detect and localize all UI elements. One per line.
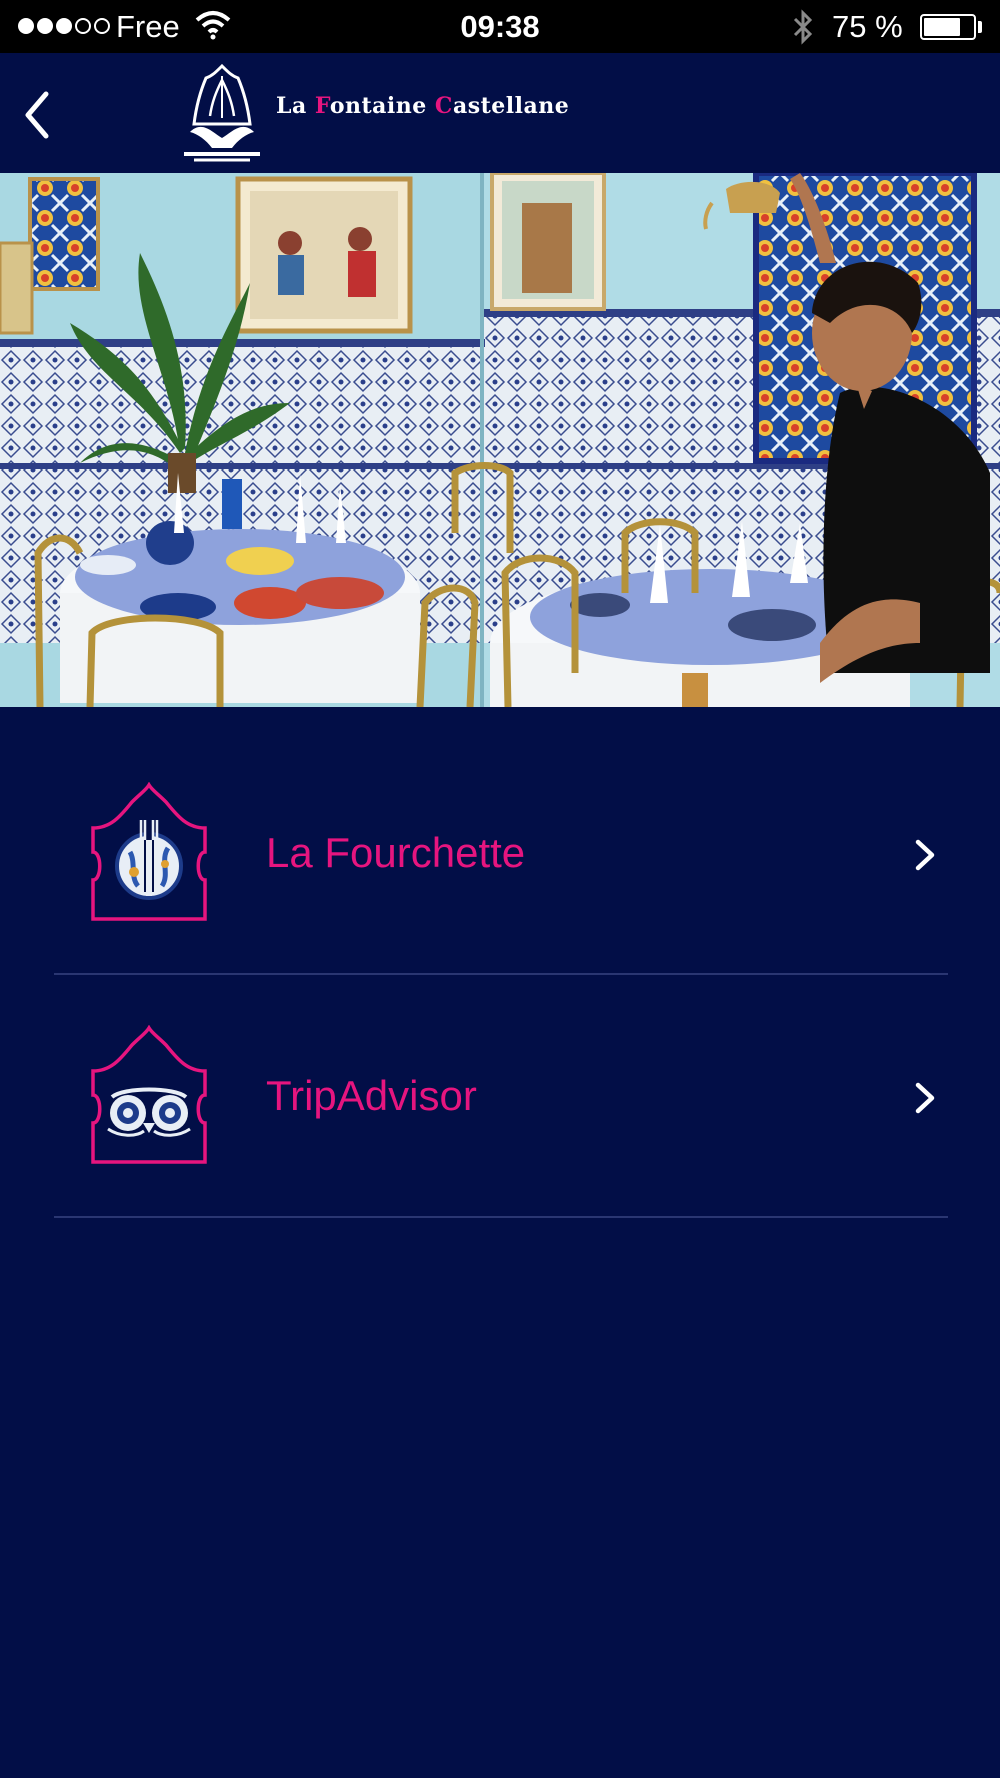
fork-plate-icon [91,782,207,921]
restaurant-interior-image [0,173,1000,707]
brand-part-highlight: C [434,93,453,119]
list-item-tripadvisor[interactable]: TripAdvisor [0,950,1000,1193]
brand-part: La [276,93,315,119]
bluetooth-icon [793,9,813,45]
battery-tip [978,21,982,33]
list-item-la-fourchette[interactable]: La Fourchette [0,707,1000,950]
brand-part-highlight: F [314,93,330,119]
brand-part: ontaine [329,93,435,119]
battery-icon [920,14,976,40]
chevron-right-icon [915,1082,935,1114]
brand-part: astellane [452,93,570,119]
fountain-logo [184,63,260,162]
status-bar: Free 09:38 75 % [0,0,1000,53]
restaurant-photo [0,173,1000,707]
chevron-right-icon [915,839,935,871]
battery-percentage: 75 % [832,9,903,44]
item-label: TripAdvisor [266,1072,477,1119]
owl-eyes-icon [91,1025,207,1164]
app-header: La Fontaine Castellane [0,53,1000,173]
list-divider [54,1216,948,1218]
item-label: La Fourchette [266,829,526,876]
brand-name: La Fontaine Castellane [276,93,569,119]
back-button[interactable] [18,88,58,142]
